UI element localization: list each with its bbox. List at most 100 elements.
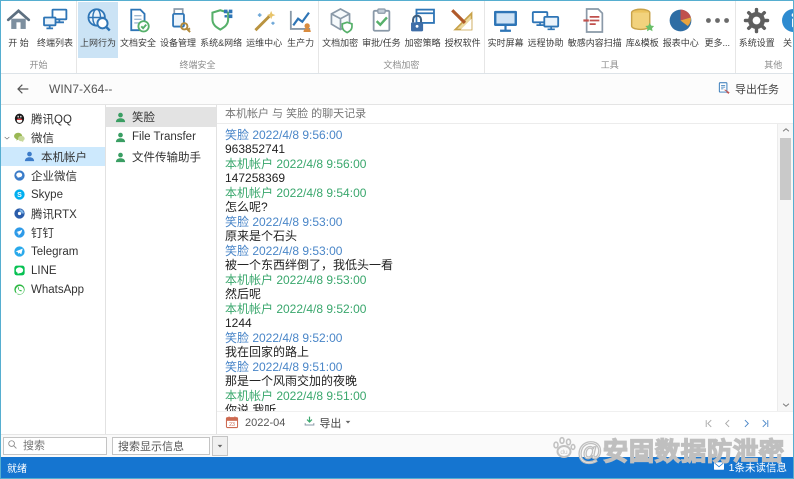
- calendar-icon[interactable]: 23: [225, 415, 239, 432]
- chat-scrollbar[interactable]: [777, 124, 793, 411]
- ribbon-item-report-center[interactable]: 报表中心: [661, 2, 701, 58]
- page-prev-button[interactable]: [722, 418, 733, 429]
- message-sender-time: 笑脸 2022/4/8 9:53:00: [225, 215, 771, 229]
- back-button[interactable]: [15, 81, 31, 97]
- ribbon-item-label: 生产力: [287, 37, 314, 49]
- search-filter-dropdown[interactable]: 搜索显示信息: [112, 437, 210, 455]
- search-icon: [7, 437, 18, 455]
- chat-message: 本机帐户 2022/4/8 9:56:00147258369: [225, 157, 771, 185]
- sidebar-item-rtx[interactable]: 腾讯RTX: [1, 204, 105, 223]
- month-label[interactable]: 2022-04: [245, 417, 285, 429]
- sidebar-list: 腾讯QQ微信本机帐户企业微信SSkype腾讯RTX钉钉Telegram LINE W…: [1, 105, 106, 434]
- terminal-list-icon: [41, 4, 70, 37]
- message-sender-time: 本机帐户 2022/4/8 9:56:00: [225, 157, 771, 171]
- ribbon-item-approval-task[interactable]: 审批/任务: [360, 2, 403, 58]
- ribbon-item-terminal-list[interactable]: 终端列表: [35, 2, 75, 58]
- content-scan-icon: [580, 4, 609, 37]
- ribbon-item-realtime-screen[interactable]: 实时屏幕: [486, 2, 526, 58]
- skype-icon: S: [13, 188, 29, 201]
- ribbon-item-web-behavior[interactable]: 上网行为: [78, 2, 118, 58]
- download-icon: [303, 415, 316, 431]
- whatsapp-icon: [13, 283, 29, 296]
- caret-down-icon: [216, 437, 224, 455]
- message-sender-time: 笑脸 2022/4/8 9:52:00: [225, 331, 771, 345]
- chat-message: 本机帐户 2022/4/8 9:54:00怎么呢?: [225, 186, 771, 214]
- wechat-icon: [13, 131, 29, 144]
- ribbon-item-more[interactable]: 更多...: [701, 2, 734, 58]
- user-blue-icon: [23, 150, 39, 163]
- ribbon-item-label: 敏感内容扫描: [568, 37, 622, 49]
- telegram-icon: [13, 245, 29, 258]
- message-text: 被一个东西绊倒了，我低头一看: [225, 258, 771, 272]
- ribbon-item-home[interactable]: 开 始: [2, 2, 35, 58]
- sidebar-item-whatsapp[interactable]: WhatsApp: [1, 280, 105, 299]
- search-box[interactable]: [3, 437, 107, 455]
- page-last-button[interactable]: [760, 418, 771, 429]
- user-green-icon: [114, 151, 127, 164]
- sidebar-item-label: LINE: [31, 265, 57, 277]
- ribbon-item-content-scan[interactable]: 敏感内容扫描: [566, 2, 624, 58]
- contact-item[interactable]: 笑脸: [106, 107, 216, 127]
- sidebar-item-skype[interactable]: SSkype: [1, 185, 105, 204]
- export-task-button[interactable]: 导出任务: [717, 81, 779, 98]
- settings-icon: [742, 4, 771, 37]
- scroll-up-icon[interactable]: [781, 124, 791, 136]
- sidebar-item-telegram[interactable]: Telegram: [1, 242, 105, 261]
- message-sender-time: 笑脸 2022/4/8 9:53:00: [225, 244, 771, 258]
- approval-task-icon: [367, 4, 396, 37]
- ribbon-group-label: 文档加密: [320, 58, 483, 73]
- message-text: 963852741: [225, 142, 771, 156]
- svg-text:S: S: [17, 192, 22, 199]
- ribbon-item-label: 加密策略: [405, 37, 441, 49]
- ribbon-item-label: 系统设置: [739, 37, 775, 49]
- chat-message: 本机帐户 2022/4/8 9:51:00你说,我听: [225, 389, 771, 411]
- ribbon-item-encrypt-policy[interactable]: 加密策略: [403, 2, 443, 58]
- expand-arrow-icon[interactable]: [1, 134, 13, 142]
- chat-header: 本机帐户 与 笑脸 的聊天记录: [217, 105, 793, 124]
- ribbon-group: 系统设置关 于其他: [736, 1, 793, 73]
- contact-item[interactable]: 文件传输助手: [106, 147, 216, 167]
- rtx-icon: [13, 207, 29, 220]
- more-icon: [703, 4, 732, 37]
- sidebar-item-qq[interactable]: 腾讯QQ: [1, 109, 105, 128]
- page-next-button[interactable]: [741, 418, 752, 429]
- export-button[interactable]: 导出: [303, 415, 352, 431]
- unread-messages[interactable]: 1条未读信息: [713, 460, 787, 475]
- ribbon-item-lib-template[interactable]: 库&模板: [624, 2, 661, 58]
- ribbon-item-doc-encrypt[interactable]: 文档加密: [320, 2, 360, 58]
- ribbon-group-label: 工具: [486, 58, 734, 73]
- sidebar-item-dingtalk[interactable]: 钉钉: [1, 223, 105, 242]
- sidebar-item-wecom[interactable]: 企业微信: [1, 166, 105, 185]
- sidebar-item-line[interactable]: LINE: [1, 261, 105, 280]
- unread-label: 1条未读信息: [729, 460, 787, 475]
- ribbon-item-ops-center[interactable]: 运维中心: [244, 2, 284, 58]
- ribbon-item-sys-network[interactable]: 系统&网络: [198, 2, 244, 58]
- message-list: 笑脸 2022/4/8 9:56:00963852741本机帐户 2022/4/…: [217, 124, 793, 411]
- contact-label: 笑脸: [132, 109, 155, 125]
- message-sender-time: 本机帐户 2022/4/8 9:52:00: [225, 302, 771, 316]
- ribbon-item-settings[interactable]: 系统设置: [737, 2, 777, 58]
- ribbon-item-device-mgmt[interactable]: 设备管理: [158, 2, 198, 58]
- home-icon: [4, 4, 33, 37]
- sidebar-item-local-account[interactable]: 本机帐户: [1, 147, 105, 166]
- ribbon-item-remote-assist[interactable]: 远程协助: [526, 2, 566, 58]
- app-window: 开 始终端列表开始上网行为文档安全设备管理系统&网络运维中心生产力终端安全文档加…: [0, 0, 794, 479]
- pagination: [703, 418, 771, 429]
- ribbon-item-about[interactable]: 关 于: [777, 2, 793, 58]
- ribbon-group-label: 开始: [2, 58, 75, 73]
- ribbon-item-label: 库&模板: [626, 37, 659, 49]
- contact-item[interactable]: File Transfer: [106, 127, 216, 147]
- sidebar-item-wechat[interactable]: 微信: [1, 128, 105, 147]
- message-sender-time: 笑脸 2022/4/8 9:56:00: [225, 128, 771, 142]
- chat-message: 本机帐户 2022/4/8 9:52:001244: [225, 302, 771, 330]
- ribbon-item-auth-software[interactable]: 授权软件: [443, 2, 483, 58]
- search-input[interactable]: [21, 439, 97, 453]
- search-filter-caret-button[interactable]: [212, 436, 228, 456]
- ribbon-item-doc-security[interactable]: 文档安全: [118, 2, 158, 58]
- scroll-down-icon[interactable]: [781, 399, 791, 411]
- scrollbar-thumb[interactable]: [780, 138, 791, 200]
- ribbon-item-label: 开 始: [8, 37, 29, 49]
- ribbon-item-productivity[interactable]: 生产力: [284, 2, 317, 58]
- page-first-button[interactable]: [703, 418, 714, 429]
- device-name: WIN7-X64--: [49, 82, 112, 96]
